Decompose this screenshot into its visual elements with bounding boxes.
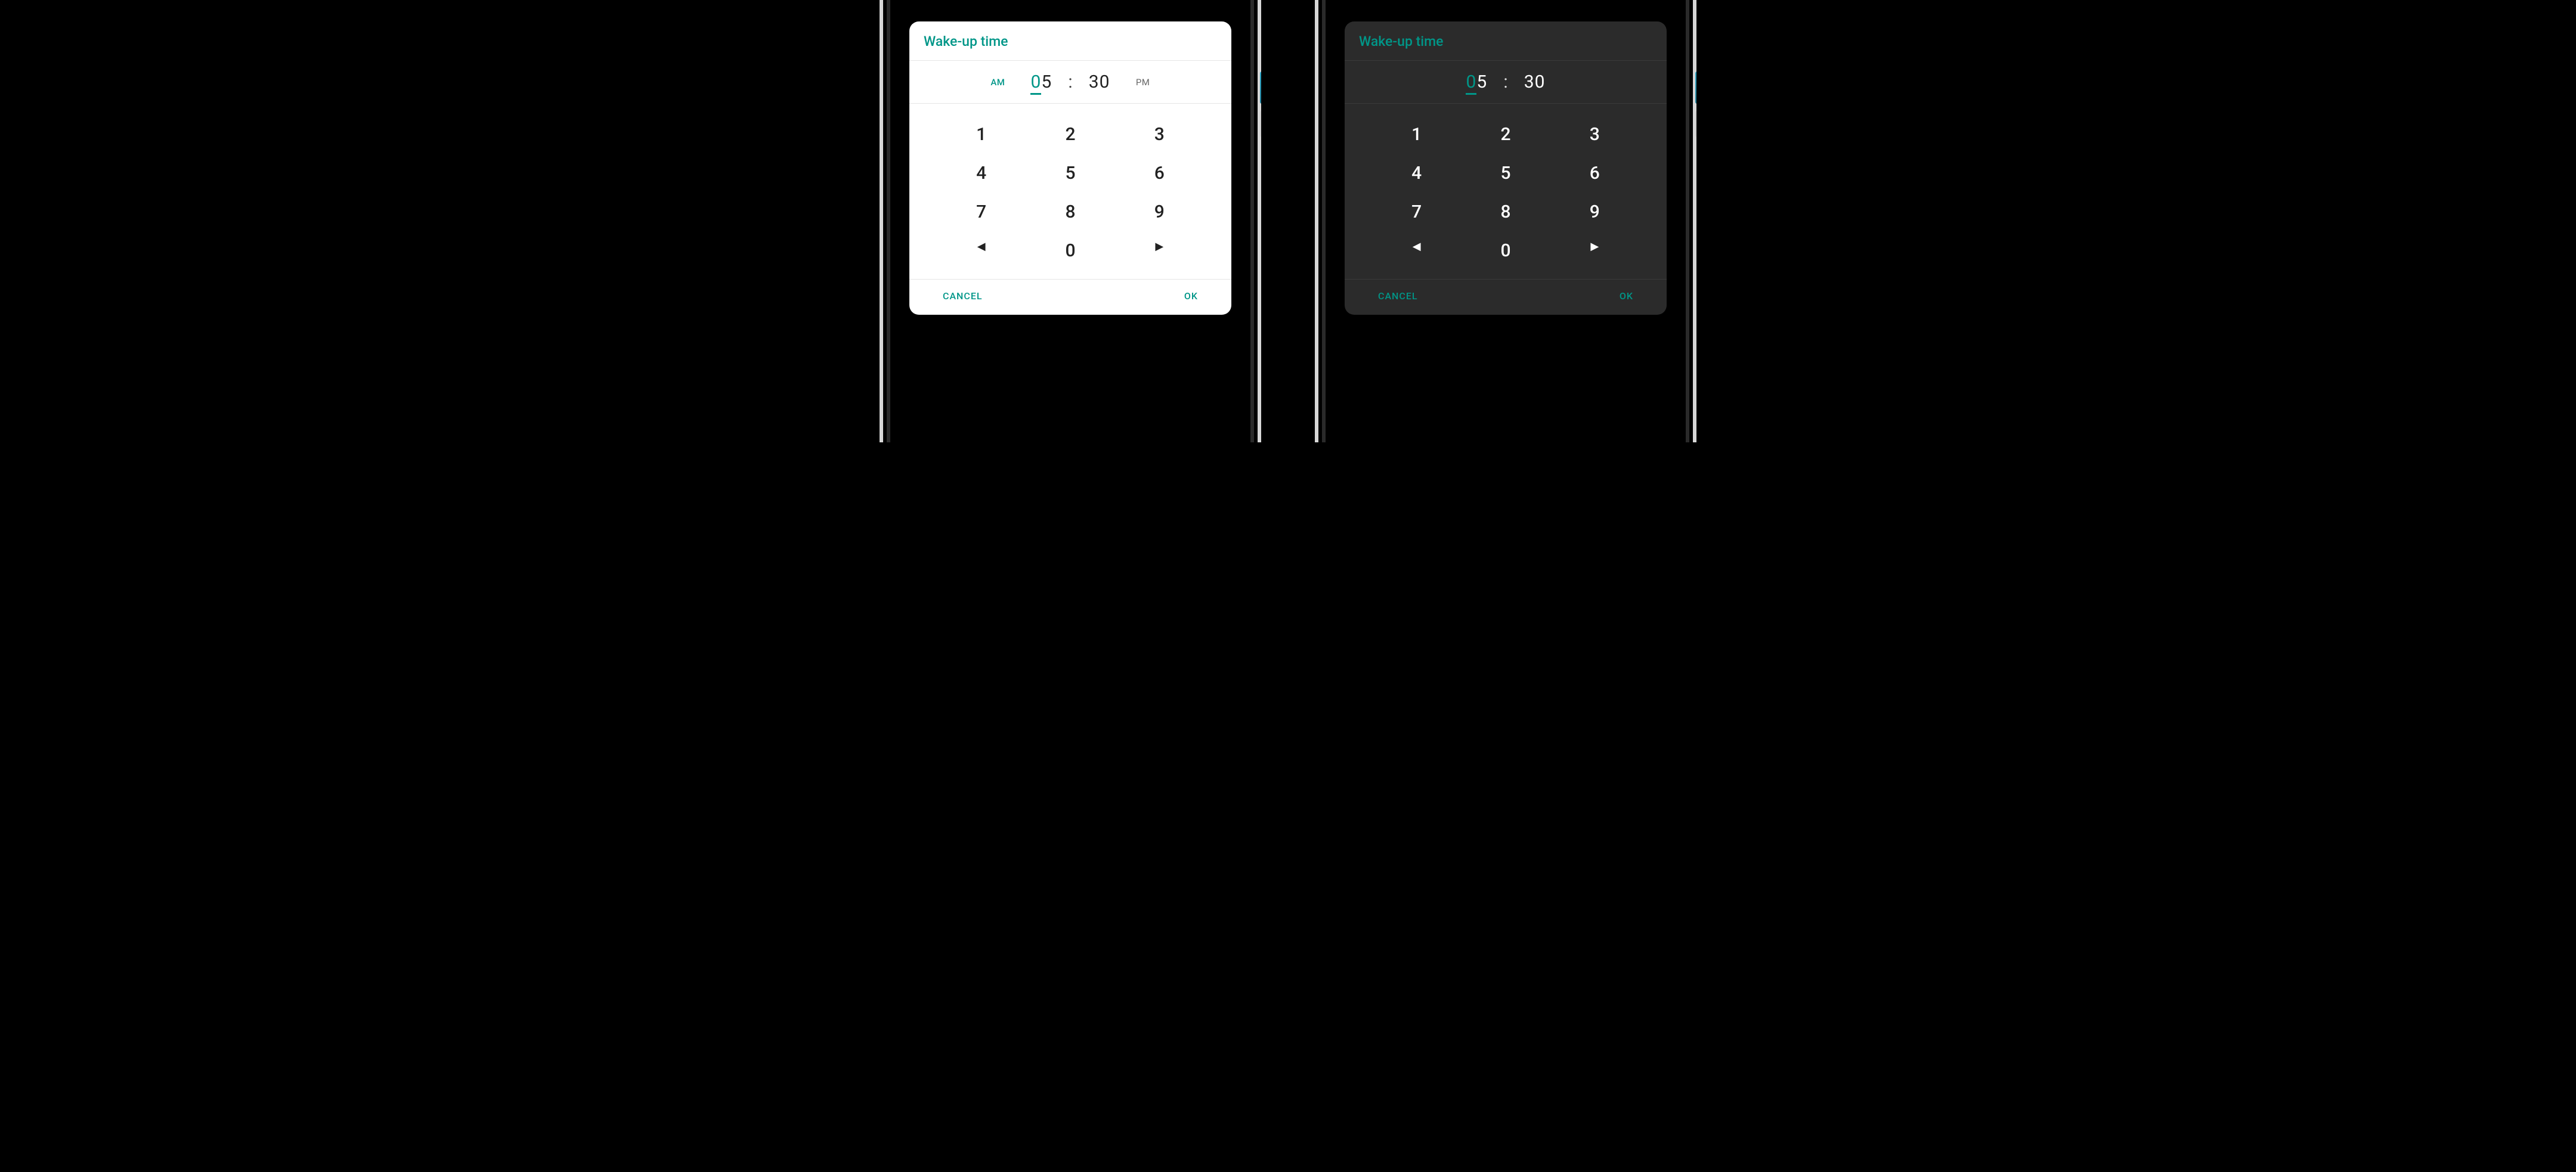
cancel-button[interactable]: CANCEL [943, 290, 983, 302]
key-0[interactable]: 0 [1461, 240, 1550, 261]
cancel-button[interactable]: CANCEL [1378, 290, 1418, 302]
hour-lead: 0 [1466, 72, 1476, 95]
key-9[interactable]: 9 [1550, 201, 1639, 222]
keypad: 1 2 3 4 5 6 7 8 9 ◀ 0 ▶ [909, 104, 1231, 279]
am-toggle[interactable]: AM [981, 77, 1014, 88]
dialog-actions: CANCEL OK [909, 280, 1231, 315]
key-5[interactable]: 5 [1026, 163, 1114, 184]
time-display-row: 05 : 30 [1345, 61, 1667, 103]
key-1[interactable]: 1 [1372, 124, 1461, 145]
side-button-top[interactable] [1695, 72, 1696, 104]
side-button-bottom[interactable] [1695, 111, 1696, 137]
key-5[interactable]: 5 [1461, 163, 1550, 184]
phone-dark: Wake-up time 05 : 30 1 2 3 4 5 6 7 8 9 ◀… [1315, 0, 1696, 442]
key-6[interactable]: 6 [1550, 163, 1639, 184]
key-3[interactable]: 3 [1115, 124, 1204, 145]
chevron-left-icon[interactable]: ◀ [937, 240, 1026, 261]
key-8[interactable]: 8 [1461, 201, 1550, 222]
time-colon: : [1068, 72, 1072, 92]
hour-display[interactable]: 05 [1025, 72, 1057, 92]
ok-button[interactable]: OK [1184, 290, 1198, 302]
key-4[interactable]: 4 [937, 163, 1026, 184]
key-2[interactable]: 2 [1461, 124, 1550, 145]
time-picker-dialog: Wake-up time AM 05 : 30 PM 1 2 3 4 5 6 7… [909, 21, 1231, 315]
side-button-bottom[interactable] [1260, 111, 1261, 137]
chevron-right-icon[interactable]: ▶ [1550, 240, 1639, 261]
key-4[interactable]: 4 [1372, 163, 1461, 184]
side-button-top[interactable] [1260, 72, 1261, 104]
pm-toggle[interactable]: PM [1126, 77, 1160, 88]
phone-screen: Wake-up time 05 : 30 1 2 3 4 5 6 7 8 9 ◀… [1335, 0, 1676, 442]
dialog-title: Wake-up time [1345, 21, 1667, 60]
dialog-title: Wake-up time [909, 21, 1231, 60]
hour-rest: 5 [1041, 72, 1052, 92]
dialog-actions: CANCEL OK [1345, 280, 1667, 315]
key-7[interactable]: 7 [937, 201, 1026, 222]
key-8[interactable]: 8 [1026, 201, 1114, 222]
keypad: 1 2 3 4 5 6 7 8 9 ◀ 0 ▶ [1345, 104, 1667, 279]
time-picker-dialog: Wake-up time 05 : 30 1 2 3 4 5 6 7 8 9 ◀… [1345, 21, 1667, 315]
phone-light: Wake-up time AM 05 : 30 PM 1 2 3 4 5 6 7… [880, 0, 1261, 442]
minute-display[interactable]: 30 [1083, 72, 1116, 92]
phone-screen: Wake-up time AM 05 : 30 PM 1 2 3 4 5 6 7… [900, 0, 1241, 442]
chevron-right-icon[interactable]: ▶ [1115, 240, 1204, 261]
key-2[interactable]: 2 [1026, 124, 1114, 145]
key-7[interactable]: 7 [1372, 201, 1461, 222]
hour-display[interactable]: 05 [1460, 72, 1493, 92]
key-3[interactable]: 3 [1550, 124, 1639, 145]
ok-button[interactable]: OK [1620, 290, 1633, 302]
key-9[interactable]: 9 [1115, 201, 1204, 222]
hour-rest: 5 [1476, 72, 1487, 92]
time-display-row: AM 05 : 30 PM [909, 61, 1231, 103]
chevron-left-icon[interactable]: ◀ [1372, 240, 1461, 261]
hour-lead: 0 [1030, 72, 1041, 95]
key-6[interactable]: 6 [1115, 163, 1204, 184]
key-0[interactable]: 0 [1026, 240, 1114, 261]
key-1[interactable]: 1 [937, 124, 1026, 145]
minute-display[interactable]: 30 [1519, 72, 1551, 92]
time-colon: : [1503, 72, 1507, 92]
